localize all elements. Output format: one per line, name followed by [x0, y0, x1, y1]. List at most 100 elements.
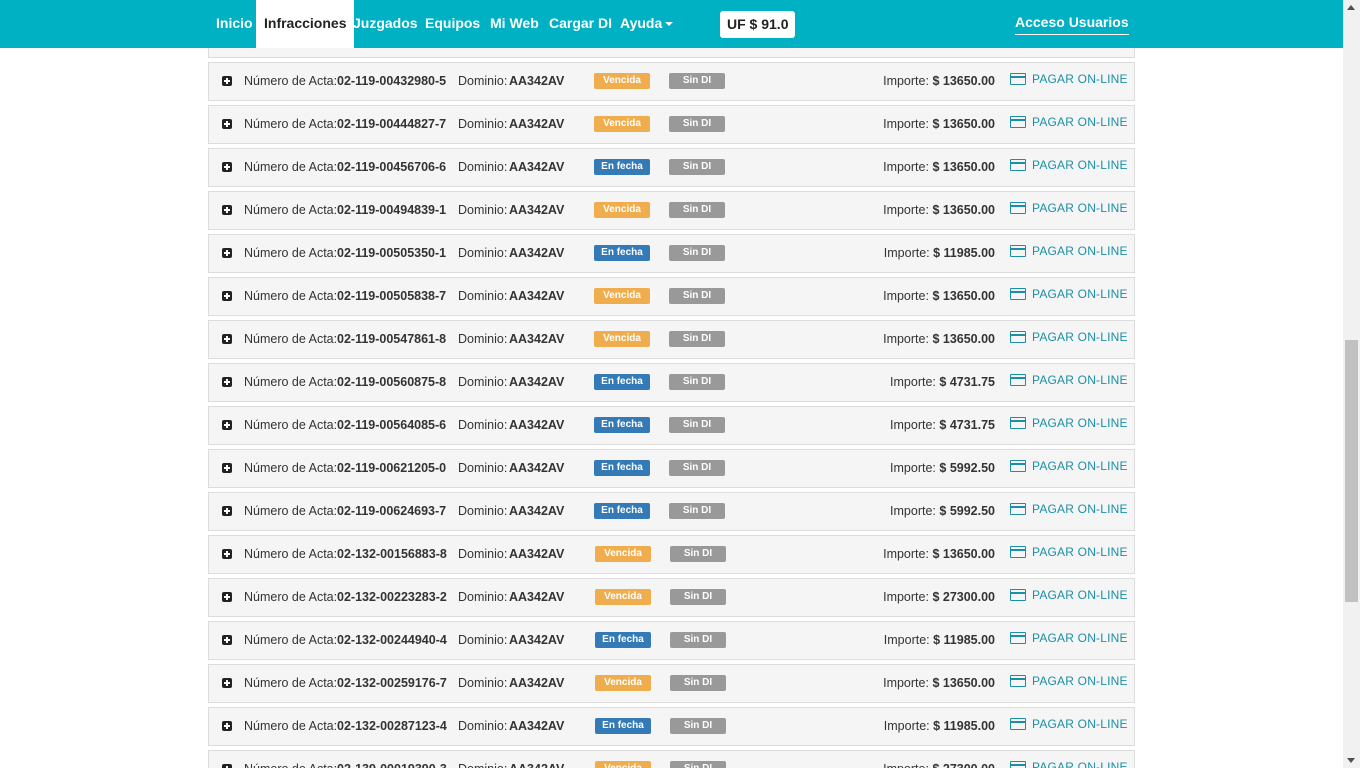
- expand-plus-icon[interactable]: [222, 549, 232, 559]
- expand-plus-icon[interactable]: [222, 248, 232, 258]
- credit-card-icon: [1010, 416, 1026, 429]
- pagar-online-link[interactable]: PAGAR ON-LINE: [1010, 760, 1128, 768]
- acta-label: Número de Acta:: [244, 117, 338, 131]
- expand-plus-icon[interactable]: [222, 205, 232, 215]
- nav-cargar-di[interactable]: Cargar DI: [549, 0, 612, 48]
- pagar-online-label: PAGAR ON-LINE: [1032, 717, 1128, 731]
- credit-card-icon: [1010, 72, 1026, 85]
- pagar-online-link[interactable]: PAGAR ON-LINE: [1010, 330, 1128, 344]
- uf-value-badge: UF $ 91.0: [720, 11, 796, 38]
- nav-equipos[interactable]: Equipos: [425, 0, 480, 48]
- expand-plus-icon[interactable]: [222, 420, 232, 430]
- expand-plus-icon[interactable]: [222, 506, 232, 516]
- expand-plus-icon[interactable]: [222, 463, 232, 473]
- table-row: Número de Acta: 02-132-00223283-2 Dominio:…: [208, 578, 1135, 617]
- expand-plus-icon[interactable]: [222, 334, 232, 344]
- pagar-online-link[interactable]: PAGAR ON-LINE: [1010, 674, 1128, 688]
- importe: Importe: $ 27300.00: [883, 762, 995, 768]
- table-row: Número de Acta: 02-119-00564085-6 Dominio:…: [208, 406, 1135, 445]
- pagar-online-label: PAGAR ON-LINE: [1032, 416, 1128, 430]
- credit-card-icon: [1010, 244, 1026, 257]
- di-badge: Sin DI: [669, 288, 725, 304]
- pagar-online-link[interactable]: PAGAR ON-LINE: [1010, 201, 1128, 215]
- importe-value: $ 11985.00: [933, 719, 995, 733]
- nav-mi-web[interactable]: Mi Web: [490, 0, 539, 48]
- expand-plus-icon[interactable]: [222, 291, 232, 301]
- importe-value: $ 4731.75: [939, 375, 995, 389]
- dominio-label: Dominio:: [458, 74, 508, 88]
- pagar-online-link[interactable]: PAGAR ON-LINE: [1010, 373, 1128, 387]
- table-row: Número de Acta: 02-119-00621205-0 Dominio:…: [208, 449, 1135, 488]
- pagar-online-link[interactable]: PAGAR ON-LINE: [1010, 631, 1128, 645]
- di-badge: Sin DI: [670, 632, 726, 648]
- pagar-online-link[interactable]: PAGAR ON-LINE: [1010, 717, 1128, 731]
- expand-plus-icon[interactable]: [222, 119, 232, 129]
- importe: Importe: $ 13650.00: [883, 332, 995, 346]
- dominio-label: Dominio:: [458, 762, 507, 768]
- acta-number: 02-119-00444827-7: [337, 117, 447, 131]
- dominio-label: Dominio:: [458, 160, 508, 174]
- pagar-online-link[interactable]: PAGAR ON-LINE: [1010, 502, 1128, 516]
- dominio-value: AA342AV: [509, 289, 565, 303]
- pagar-online-link[interactable]: PAGAR ON-LINE: [1010, 115, 1128, 129]
- di-badge: Sin DI: [669, 245, 725, 261]
- expand-plus-icon[interactable]: [222, 76, 232, 86]
- dominio-value: AA342AV: [509, 418, 565, 432]
- importe: Importe: $ 13650.00: [883, 117, 995, 131]
- chevron-down-icon: [665, 22, 674, 27]
- pagar-online-link[interactable]: PAGAR ON-LINE: [1010, 287, 1128, 301]
- dominio-value: AA342AV: [509, 332, 565, 346]
- acceso-usuarios-link[interactable]: Acceso Usuarios: [1015, 14, 1129, 35]
- expand-plus-icon[interactable]: [222, 678, 232, 688]
- importe-label: Importe:: [883, 676, 929, 690]
- nav-juzgados[interactable]: Juzgados: [353, 0, 418, 48]
- status-badge: En fecha: [594, 503, 650, 519]
- expand-plus-icon[interactable]: [222, 592, 232, 602]
- pagar-online-link[interactable]: PAGAR ON-LINE: [1010, 416, 1128, 430]
- expand-plus-icon[interactable]: [222, 635, 232, 645]
- dominio-label: Dominio:: [458, 590, 508, 604]
- credit-card-icon: [1010, 760, 1026, 768]
- scroll-thumb[interactable]: [1345, 340, 1358, 602]
- credit-card-icon: [1010, 115, 1026, 128]
- credit-card-icon: [1010, 287, 1026, 300]
- acta-number: 02-119-00456706-6: [337, 160, 447, 174]
- status-badge: En fecha: [594, 245, 650, 261]
- pagar-online-link[interactable]: PAGAR ON-LINE: [1010, 158, 1128, 172]
- pagar-online-label: PAGAR ON-LINE: [1032, 330, 1128, 344]
- scroll-down-arrow-icon[interactable]: [1347, 758, 1355, 763]
- credit-card-icon: [1010, 717, 1026, 730]
- expand-plus-icon[interactable]: [222, 764, 232, 768]
- acta-label: Número de Acta:: [244, 160, 338, 174]
- di-badge: Sin DI: [670, 718, 726, 734]
- status-badge: Vencida: [595, 675, 651, 691]
- importe: Importe: $ 13650.00: [883, 203, 995, 217]
- credit-card-icon: [1010, 330, 1026, 343]
- scroll-up-arrow-icon[interactable]: [1347, 5, 1355, 10]
- nav-infracciones[interactable]: Infracciones: [256, 0, 355, 48]
- acta-label: Número de Acta:: [244, 289, 338, 303]
- importe-value: $ 11985.00: [933, 633, 995, 647]
- nav-ayuda[interactable]: Ayuda: [620, 0, 674, 48]
- importe: Importe: $ 5992.50: [890, 504, 995, 518]
- acta-number: 02-132-00244940-4: [337, 633, 447, 647]
- pagar-online-link[interactable]: PAGAR ON-LINE: [1010, 72, 1128, 86]
- status-badge: En fecha: [594, 374, 650, 390]
- credit-card-icon: [1010, 201, 1026, 214]
- dominio-label: Dominio:: [458, 418, 508, 432]
- pagar-online-link[interactable]: PAGAR ON-LINE: [1010, 545, 1128, 559]
- nav-inicio[interactable]: Inicio: [216, 0, 253, 48]
- acta-label: Número de Acta:: [244, 332, 338, 346]
- status-badge: Vencida: [594, 331, 650, 347]
- acta-number: 02-119-00621205-0: [337, 461, 447, 475]
- expand-plus-icon[interactable]: [222, 721, 232, 731]
- pagar-online-link[interactable]: PAGAR ON-LINE: [1010, 459, 1128, 473]
- pagar-online-link[interactable]: PAGAR ON-LINE: [1010, 244, 1128, 258]
- expand-plus-icon[interactable]: [222, 162, 232, 172]
- dominio-label: Dominio:: [458, 246, 508, 260]
- expand-plus-icon[interactable]: [222, 377, 232, 387]
- pagar-online-link[interactable]: PAGAR ON-LINE: [1010, 588, 1128, 602]
- vertical-scrollbar[interactable]: [1343, 0, 1360, 768]
- dominio-value: AA342AV: [509, 160, 565, 174]
- dominio-label: Dominio:: [458, 719, 508, 733]
